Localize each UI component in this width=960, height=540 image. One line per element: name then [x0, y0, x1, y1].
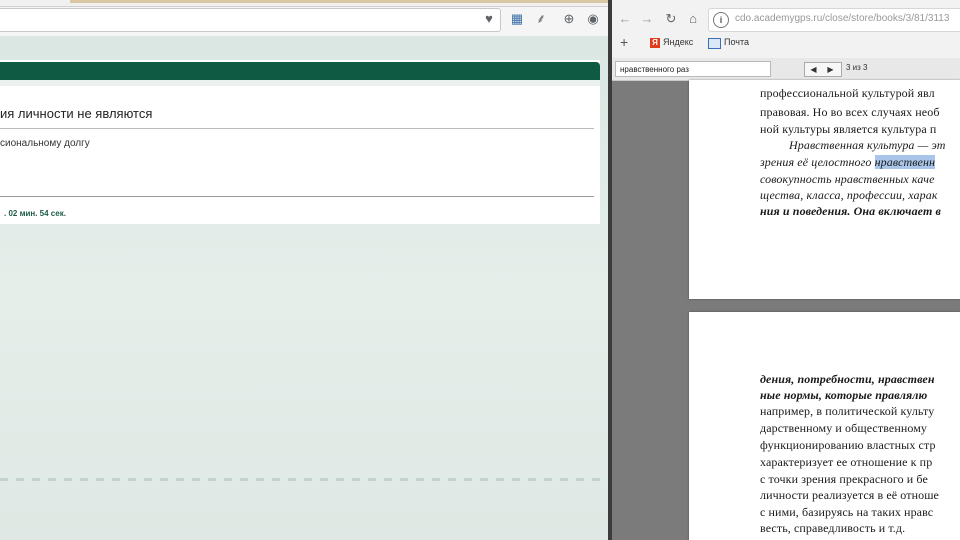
address-bar[interactable]: i cdo.academygps.ru/close/store/books/3/…	[708, 8, 960, 32]
forward-button[interactable]: →	[638, 10, 656, 28]
home-button[interactable]: ⌂	[684, 10, 702, 28]
page-text-line: личности реализуется в её отноше	[760, 488, 939, 502]
grid-icon[interactable]: ▦	[509, 11, 525, 27]
account-icon[interactable]: ◉	[585, 11, 601, 27]
search-highlight: нравственн	[874, 155, 936, 169]
reload-button[interactable]: ↻	[662, 10, 680, 28]
broom-icon[interactable]: ⸙	[533, 11, 549, 27]
right-browser-window: ← → ↻ ⌂ i cdo.academygps.ru/close/store/…	[612, 0, 960, 540]
bookmark-mail[interactable]: Почта	[724, 37, 749, 47]
find-prev-button[interactable]: ◀	[805, 63, 822, 76]
add-bookmark-button[interactable]: +	[620, 34, 628, 50]
answer-option[interactable]: сиональному долгу	[0, 138, 90, 149]
mail-icon	[708, 38, 721, 49]
pdf-page-1: профессиональной культурой явл правовая.…	[689, 80, 960, 299]
page-text-line: ной культуры является культура п	[760, 122, 937, 136]
question-title: ия личности не являются	[0, 106, 153, 121]
page-text-line: ные нормы, которые правлялю	[760, 388, 928, 402]
heart-icon[interactable]: ♥	[481, 11, 497, 27]
left-tab-strip	[0, 0, 610, 7]
page-text-line: ния и поведения. Она включает в	[760, 204, 941, 218]
page-text-line: например, в политической культу	[760, 404, 935, 418]
page-text-line: дарственному и общественному	[760, 421, 928, 435]
page-text-line: с точки зрения прекрасного и бе	[760, 472, 928, 486]
timer-text: . 02 мин. 54 сек.	[4, 209, 66, 218]
divider	[0, 128, 594, 129]
yandex-icon: Я	[650, 38, 660, 48]
divider	[0, 196, 594, 197]
pdf-page-2: дения, потребности, нравствен ные нормы,…	[689, 312, 960, 540]
page-text-line-with-highlight: зрения её целостного нравственн	[760, 155, 936, 170]
question-panel-band	[0, 80, 600, 86]
bookmark-yandex[interactable]: Яндекс	[663, 37, 693, 47]
background-pattern	[0, 478, 600, 481]
page-text: зрения её целостного	[760, 155, 875, 169]
page-text-line: весть, справедливость и т.д.	[760, 521, 906, 535]
left-browser-window: ♥ ▦ ⸙ ⊕ ◉ ия личности не являются сионал…	[0, 0, 610, 540]
left-address-bar[interactable]	[0, 8, 501, 32]
page-text-line: профессиональной культурой явл	[760, 86, 935, 100]
find-input[interactable]: нравственного раз	[615, 61, 771, 77]
page-text-line: дения, потребности, нравствен	[760, 372, 935, 386]
page-text-line: характеризует ее отношение к пр	[760, 455, 933, 469]
download-icon[interactable]: ⊕	[561, 11, 577, 27]
page-text-line: правовая. Но во всех случаях необ	[760, 105, 940, 119]
page-text-line: щества, класса, профессии, харак	[760, 188, 938, 202]
question-panel-header	[0, 62, 600, 80]
page-text-line: Нравственная культура — эт	[789, 138, 946, 152]
find-navigation: ◀ ▶	[804, 62, 842, 77]
back-button[interactable]: ←	[616, 10, 634, 28]
address-text: cdo.academygps.ru/close/store/books/3/81…	[735, 13, 950, 24]
info-icon[interactable]: i	[713, 12, 729, 28]
page-text-line: с ними, базируясь на таких нравс	[760, 505, 934, 519]
page-text-line: функционированию властных стр	[760, 438, 936, 452]
find-match-count: 3 из 3	[846, 63, 868, 72]
page-text-line: совокупность нравственных каче	[760, 172, 935, 186]
active-tab-indicator	[70, 0, 610, 3]
find-next-button[interactable]: ▶	[822, 63, 839, 76]
